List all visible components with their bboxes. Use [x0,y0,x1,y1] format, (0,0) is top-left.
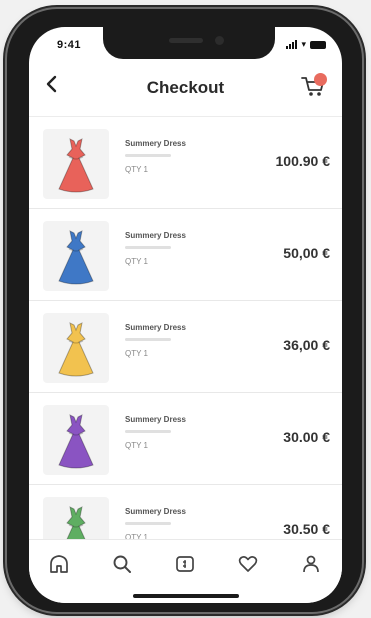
cart-item-row[interactable]: Summery Dress QTY 1 36,00 € [29,301,342,393]
cart-item-row[interactable]: Summery Dress QTY 1 100.90 € [29,117,342,209]
item-quantity: QTY 1 [125,349,148,358]
page-title: Checkout [146,78,225,97]
tab-wallet[interactable] [173,552,197,576]
signal-icon [286,40,298,49]
item-price: 36,00 € [283,337,330,353]
speaker-grille [169,38,203,43]
profile-icon [303,555,319,573]
item-price: 50,00 € [283,245,330,261]
tab-search[interactable] [110,552,134,576]
cart-badge [314,73,327,86]
item-quantity: QTY 1 [125,165,148,174]
bottom-tab-bar [29,539,342,603]
product-image [43,405,109,475]
status-time: 9:41 [57,39,82,51]
item-subtitle-placeholder [125,246,171,249]
status-icons: ▾ [286,40,326,49]
app-screen: 9:41 ▾ Checkout Summery Dress QTY 1 100.90… [29,27,342,603]
product-image [43,313,109,383]
item-name: Summery Dress [125,415,186,424]
tab-home[interactable] [47,552,71,576]
dress-icon [58,230,94,285]
dress-icon [58,322,94,377]
front-camera [215,36,224,45]
item-name: Summery Dress [125,231,186,240]
item-subtitle-placeholder [125,154,171,157]
cart-item-row[interactable]: Summery Dress QTY 1 50,00 € [29,209,342,301]
item-quantity: QTY 1 [125,441,148,450]
search-icon [113,555,131,573]
item-quantity: QTY 1 [125,257,148,266]
wifi-icon: ▾ [301,39,306,49]
notch [103,27,275,59]
header: Checkout [29,63,342,113]
item-price: 30.00 € [283,429,330,445]
item-price: 100.90 € [275,153,331,169]
product-image [43,221,109,291]
item-name: Summery Dress [125,323,186,332]
dress-icon [58,138,94,193]
cart-button[interactable] [300,73,328,99]
heart-icon [238,555,258,572]
item-subtitle-placeholder [125,338,171,341]
product-image [43,129,109,199]
tab-favorites[interactable] [236,552,260,576]
cart-item-row[interactable]: Summery Dress QTY 1 30.00 € [29,393,342,485]
tab-profile[interactable] [299,552,323,576]
item-name: Summery Dress [125,139,186,148]
battery-icon [310,41,326,49]
home-indicator [133,594,239,598]
home-icon [50,555,68,573]
item-subtitle-placeholder [125,430,171,433]
wallet-icon [176,556,194,572]
dress-icon [58,414,94,469]
item-price: 30.50 € [283,521,330,537]
item-subtitle-placeholder [125,522,171,525]
item-name: Summery Dress [125,507,186,516]
